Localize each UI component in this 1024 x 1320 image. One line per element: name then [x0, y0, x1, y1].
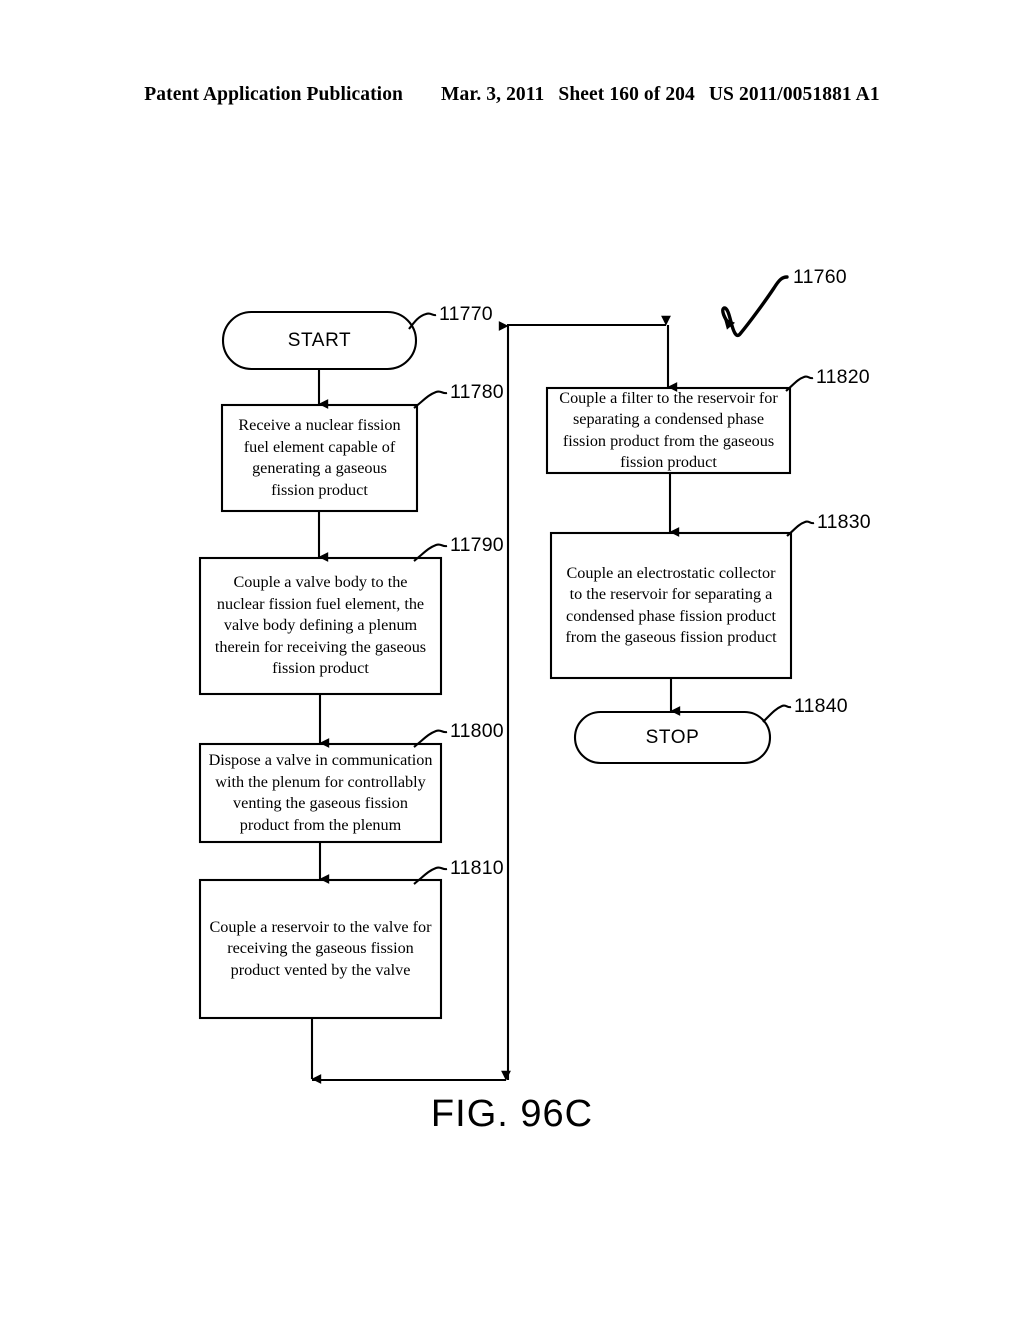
node-start	[221, 310, 418, 371]
node-stop	[573, 710, 772, 765]
node-couple-reservoir	[198, 878, 443, 1020]
ref-numeral-11840: 11840	[794, 695, 848, 717]
node-couple-electrostatic-collector	[549, 531, 793, 680]
ref-numeral-11770: 11770	[439, 303, 493, 325]
ref-numeral-11760: 11760	[793, 266, 847, 288]
ref-numeral-11800: 11800	[450, 720, 504, 742]
ref-numeral-11780: 11780	[450, 381, 504, 403]
leader-11840	[762, 704, 792, 723]
node-couple-filter	[545, 386, 792, 475]
ref-numeral-11790: 11790	[450, 534, 504, 556]
ref-numeral-11810: 11810	[450, 857, 504, 879]
leader-11780	[413, 390, 448, 409]
ref-numeral-11830: 11830	[817, 511, 871, 533]
node-dispose-valve	[198, 742, 443, 844]
node-couple-valve-body	[198, 556, 443, 696]
leader-11760-squiggle	[721, 275, 789, 338]
ref-numeral-11820: 11820	[816, 366, 870, 388]
patent-page: Patent Application Publication Mar. 3, 20…	[0, 0, 1024, 1320]
node-receive-fuel-element	[220, 403, 419, 513]
figure-caption: FIG. 96C	[430, 1093, 594, 1135]
